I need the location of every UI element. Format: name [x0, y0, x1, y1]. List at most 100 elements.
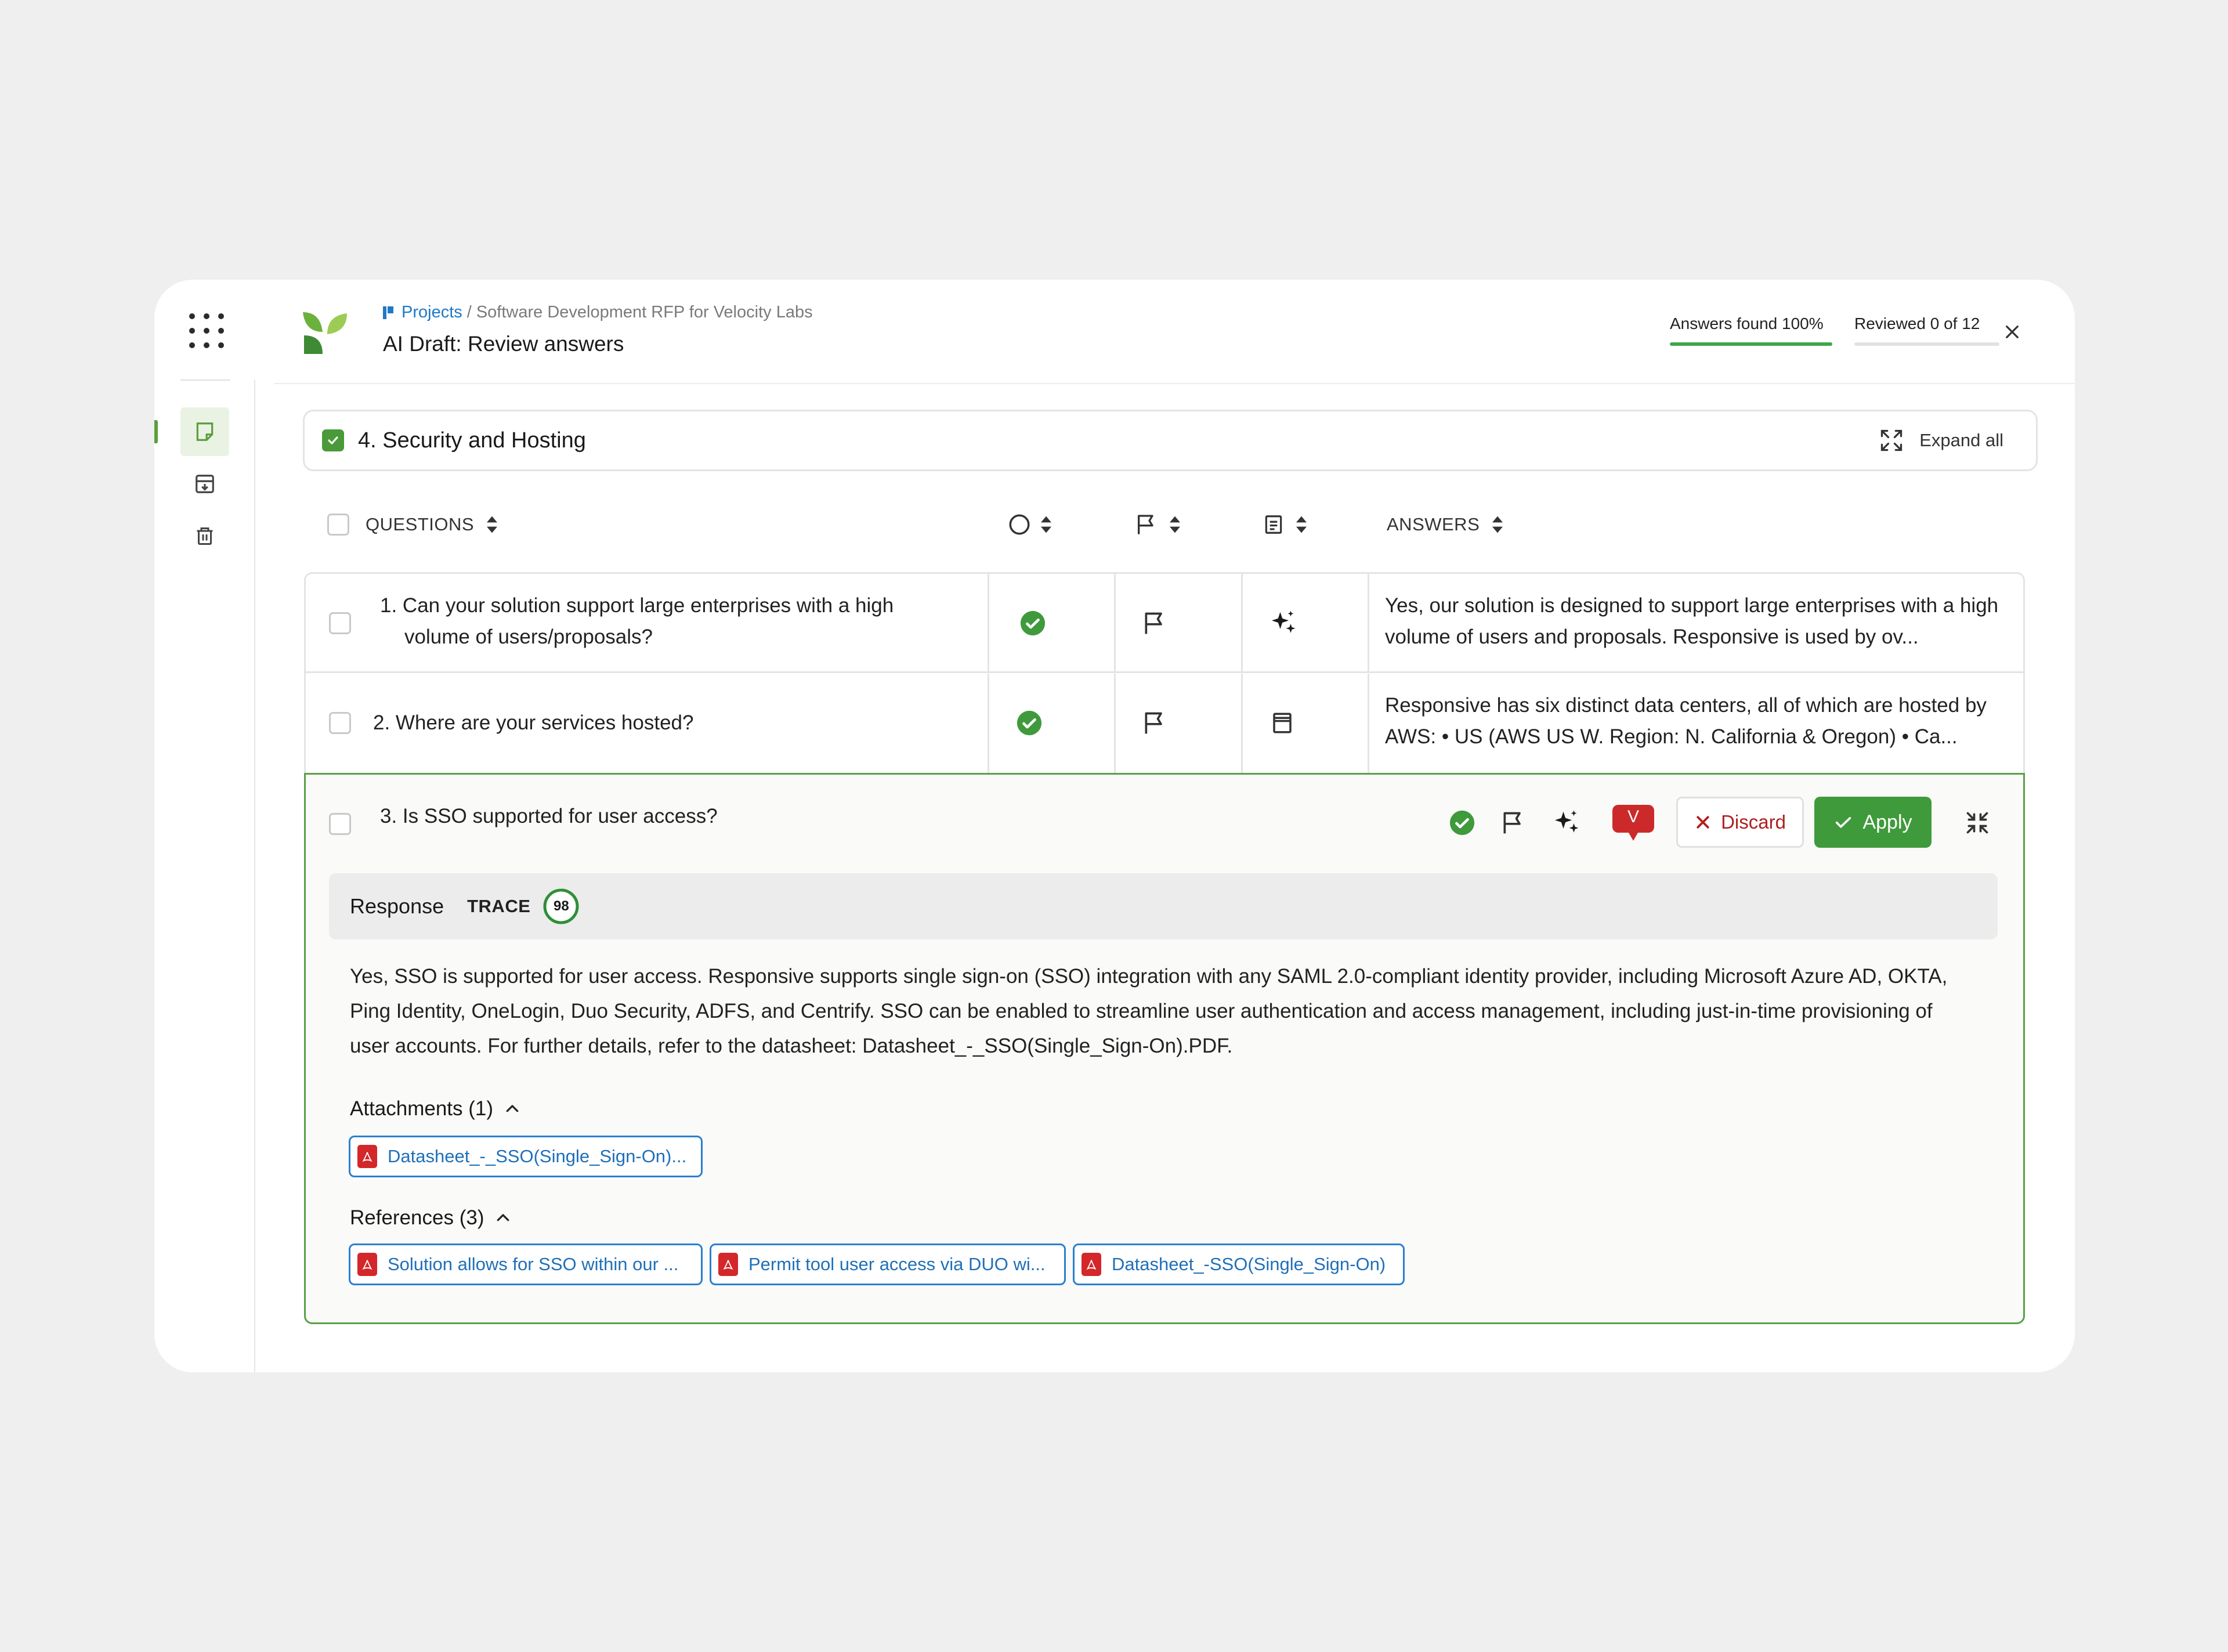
pdf-icon	[718, 1253, 738, 1276]
sort-icon[interactable]	[1169, 514, 1181, 535]
column-divider	[988, 574, 989, 671]
answer-text[interactable]: Yes, our solution is designed to support…	[1385, 590, 2006, 653]
column-divider	[1368, 574, 1369, 671]
section-checkbox[interactable]	[322, 429, 344, 451]
references-label: References (3)	[350, 1206, 484, 1229]
attachments-toggle[interactable]: Attachments (1)	[350, 1097, 521, 1120]
references-toggle[interactable]: References (3)	[350, 1206, 512, 1230]
column-header-status	[1007, 506, 1052, 543]
row-checkbox[interactable]	[329, 612, 351, 634]
answers-found-fill	[1670, 342, 1832, 346]
column-divider	[1114, 674, 1116, 773]
check-circle-icon	[1018, 609, 1047, 638]
check-icon	[328, 436, 338, 444]
questions-header-label: QUESTIONS	[366, 514, 475, 534]
sidebar-item-notes[interactable]	[180, 407, 229, 456]
question-text: 1. Can your solution support large enter…	[380, 594, 894, 648]
breadcrumb-separator: /	[466, 303, 472, 321]
pdf-icon	[1082, 1253, 1101, 1276]
reference-chip[interactable]: Permit tool user access via DUO wi...	[710, 1243, 1066, 1285]
library-icon	[1268, 708, 1297, 738]
section-title: 4. Security and Hosting	[358, 428, 586, 453]
breadcrumb: Projects / Software Development RFP for …	[382, 303, 813, 322]
reviewed-progress: Reviewed 0 of 12	[1854, 315, 1999, 346]
check-circle-icon	[1015, 708, 1044, 738]
sidebar-active-indicator	[154, 420, 158, 443]
response-text[interactable]: Yes, SSO is supported for user access. R…	[350, 959, 1974, 1064]
column-divider	[1114, 574, 1116, 671]
projects-icon	[383, 306, 393, 319]
reference-name: Permit tool user access via DUO wi...	[748, 1254, 1046, 1274]
sort-icon[interactable]	[1491, 514, 1504, 535]
close-button[interactable]	[1999, 319, 2025, 345]
column-divider	[1368, 674, 1369, 773]
document-icon	[1265, 515, 1282, 534]
section-header[interactable]: 4. Security and Hosting Expand all	[303, 410, 2038, 471]
column-header-source	[1263, 506, 1308, 543]
answer-text[interactable]: Responsive has six distinct data centers…	[1385, 690, 2006, 753]
reference-name: Datasheet_-SSO(Single_Sign-On)	[1112, 1254, 1386, 1274]
chevron-up-icon	[506, 1105, 519, 1112]
attachment-name: Datasheet_-_SSO(Single_Sign-On)...	[388, 1146, 687, 1166]
check-circle-icon	[1448, 808, 1477, 837]
sparkle-icon[interactable]	[1550, 807, 1582, 840]
expand-all-button[interactable]: Expand all	[1879, 411, 2003, 469]
sort-icon[interactable]	[1040, 514, 1052, 535]
sort-icon[interactable]	[1295, 514, 1308, 535]
answers-found-track	[1670, 342, 1832, 346]
answers-found-progress: Answers found 100%	[1670, 315, 1832, 346]
reference-chip[interactable]: Solution allows for SSO within our ...	[349, 1243, 703, 1285]
column-divider	[988, 674, 989, 773]
note-icon	[196, 422, 214, 441]
discard-label: Discard	[1721, 811, 1786, 833]
main-window: Projects / Software Development RFP for …	[154, 280, 2075, 1372]
breadcrumb-projects-link[interactable]: Projects	[402, 303, 462, 322]
apply-button[interactable]: Apply	[1814, 797, 1932, 848]
chevron-up-icon	[497, 1214, 509, 1221]
expand-all-label: Expand all	[1919, 430, 2003, 450]
brand-logo	[303, 312, 347, 354]
attachment-chip[interactable]: Datasheet_-_SSO(Single_Sign-On)...	[349, 1136, 703, 1177]
table-row[interactable]: 1. Can your solution support large enter…	[306, 574, 2023, 673]
trace-label: TRACE	[467, 896, 531, 916]
column-header-flag	[1135, 506, 1181, 543]
answers-header-label: ANSWERS	[1387, 514, 1480, 534]
discard-button[interactable]: Discard	[1676, 797, 1804, 848]
close-icon	[2006, 326, 2019, 338]
sidebar	[154, 280, 254, 1372]
comment-avatar[interactable]: V	[1611, 804, 1655, 841]
collapse-icon[interactable]	[1963, 808, 1992, 837]
close-icon	[1697, 816, 1709, 829]
row-checkbox[interactable]	[329, 712, 351, 734]
pdf-icon	[357, 1145, 377, 1168]
check-icon	[1836, 817, 1851, 828]
questions-table: 1. Can your solution support large enter…	[304, 572, 2025, 773]
sidebar-item-trash[interactable]	[180, 512, 229, 561]
table-row[interactable]: 2. Where are your services hosted? Respo…	[306, 674, 2023, 773]
breadcrumb-current: Software Development RFP for Velocity La…	[476, 303, 813, 321]
row-checkbox[interactable]	[329, 813, 351, 835]
expanded-row: 3. Is SSO supported for user access? V D…	[304, 773, 2025, 1324]
attachments-label: Attachments (1)	[350, 1097, 494, 1120]
reviewed-track	[1854, 342, 1999, 346]
reference-name: Solution allows for SSO within our ...	[388, 1254, 679, 1274]
grid-icon[interactable]	[189, 313, 224, 348]
response-header: Response TRACE 98	[329, 873, 1998, 939]
trace-score-badge: 98	[542, 887, 580, 926]
flag-icon[interactable]	[1499, 808, 1528, 837]
flag-icon[interactable]	[1140, 609, 1169, 638]
sidebar-border	[254, 379, 255, 1372]
column-divider	[1241, 674, 1243, 773]
column-header-answers: ANSWERS	[1387, 506, 1504, 543]
page-title: AI Draft: Review answers	[383, 332, 624, 356]
sort-icon[interactable]	[486, 514, 498, 535]
sidebar-item-archive[interactable]	[180, 460, 229, 508]
archive-icon	[196, 475, 214, 493]
reviewed-label: Reviewed 0 of 12	[1854, 315, 1980, 332]
reference-chip[interactable]: Datasheet_-SSO(Single_Sign-On)	[1073, 1243, 1405, 1285]
flag-icon[interactable]	[1140, 708, 1169, 738]
column-header-questions: QUESTIONS	[327, 506, 498, 543]
trash-icon	[197, 527, 213, 545]
select-all-checkbox[interactable]	[327, 514, 349, 536]
column-divider	[1241, 574, 1243, 671]
